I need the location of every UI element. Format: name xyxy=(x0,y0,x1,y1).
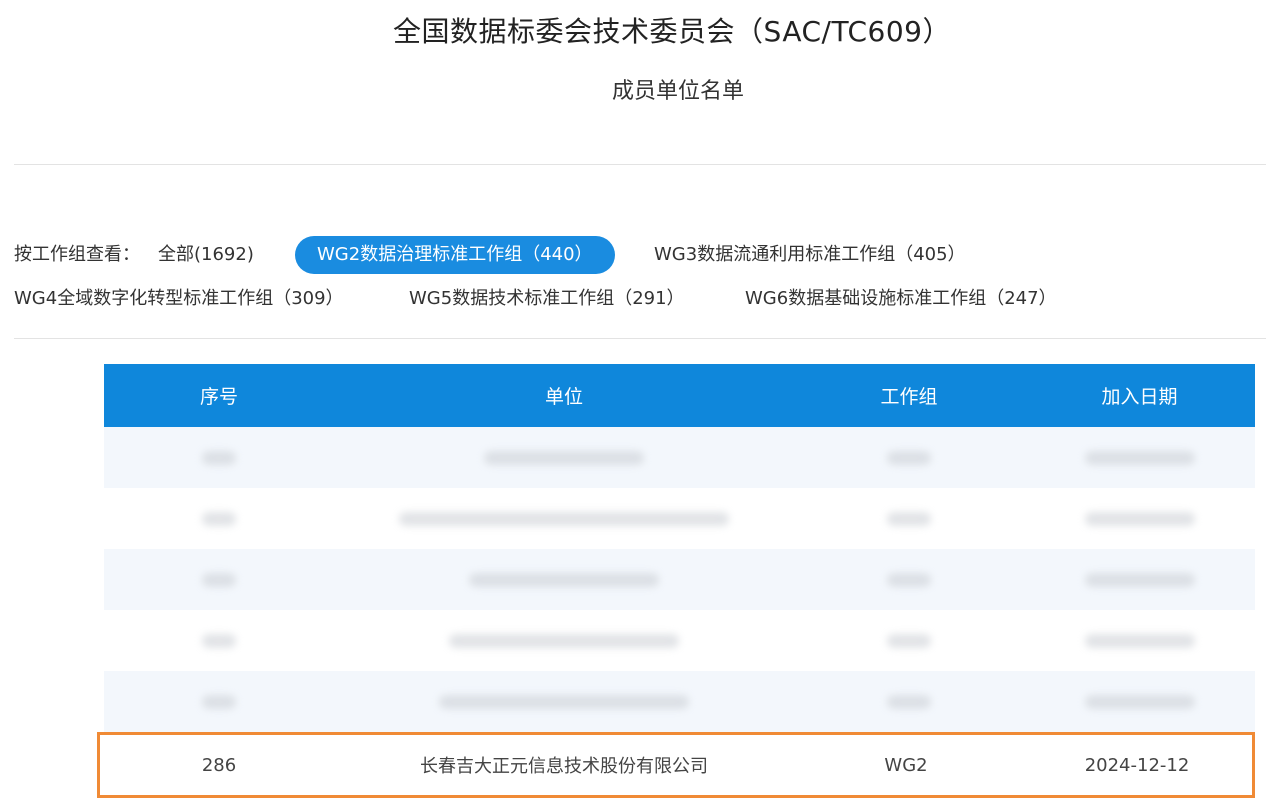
filter-all[interactable]: 全部(1692) xyxy=(158,236,254,274)
blurred-cell xyxy=(484,450,644,465)
cell-unit: 长春吉大正元信息技术股份有限公司 xyxy=(420,756,708,777)
blurred-cell xyxy=(887,450,931,465)
blurred-cell xyxy=(202,633,236,648)
filter-label: 按工作组查看： xyxy=(14,244,140,265)
filter-wg6[interactable]: WG6数据基础设施标准工作组（247） xyxy=(745,280,1057,318)
header-seq: 序号 xyxy=(199,386,238,408)
table-row xyxy=(104,488,1255,549)
member-table: 序号 单位 工作组 加入日期 xyxy=(104,364,1255,732)
blurred-cell xyxy=(449,633,679,648)
blurred-cell xyxy=(1084,633,1195,648)
divider-filters xyxy=(14,338,1266,339)
blurred-cell xyxy=(399,511,729,526)
blurred-cell xyxy=(1084,572,1195,587)
filter-wg3[interactable]: WG3数据流通利用标准工作组（405） xyxy=(654,236,966,274)
blurred-cell xyxy=(887,633,931,648)
cell-seq: 286 xyxy=(201,754,237,776)
filter-wg5[interactable]: WG5数据技术标准工作组（291） xyxy=(409,280,685,318)
header-workgroup: 工作组 xyxy=(880,386,938,408)
divider-top xyxy=(14,164,1266,165)
blurred-cell xyxy=(469,572,659,587)
header-unit: 单位 xyxy=(544,386,583,408)
blurred-cell xyxy=(1084,511,1195,526)
table-row xyxy=(104,549,1255,610)
table-row xyxy=(104,427,1255,488)
blurred-cell xyxy=(1084,450,1195,465)
page-subtitle: 成员单位名单 xyxy=(611,79,744,104)
filter-row-2: WG4全域数字化转型标准工作组（309） WG5数据技术标准工作组（291） W… xyxy=(14,280,1266,324)
blurred-cell xyxy=(202,572,236,587)
blurred-cell xyxy=(202,450,236,465)
filter-row-1: 按工作组查看： 全部(1692) WG2数据治理标准工作组（440） WG3数据… xyxy=(14,236,1266,280)
blurred-cell xyxy=(202,694,236,709)
header-join-date: 加入日期 xyxy=(1101,386,1178,408)
table-row xyxy=(104,610,1255,671)
blurred-cell xyxy=(887,572,931,587)
table-row xyxy=(104,671,1255,732)
table-header: 序号 单位 工作组 加入日期 xyxy=(104,364,1255,427)
blurred-cell xyxy=(887,511,931,526)
blurred-cell xyxy=(439,694,689,709)
cell-join-date: 2024-12-12 xyxy=(1084,754,1190,776)
filter-wg4[interactable]: WG4全域数字化转型标准工作组（309） xyxy=(14,280,344,318)
blurred-cell xyxy=(1084,694,1195,709)
page-title: 全国数据标委会技术委员会（SAC/TC609） xyxy=(393,15,951,48)
cell-workgroup: WG2 xyxy=(884,754,928,776)
blurred-cell xyxy=(202,511,236,526)
highlighted-table-row[interactable]: 286 长春吉大正元信息技术股份有限公司 WG2 2024-12-12 xyxy=(97,732,1255,798)
filter-wg2[interactable]: WG2数据治理标准工作组（440） xyxy=(295,236,615,274)
blurred-cell xyxy=(887,694,931,709)
workgroup-filters: 按工作组查看： 全部(1692) WG2数据治理标准工作组（440） WG3数据… xyxy=(14,236,1266,324)
